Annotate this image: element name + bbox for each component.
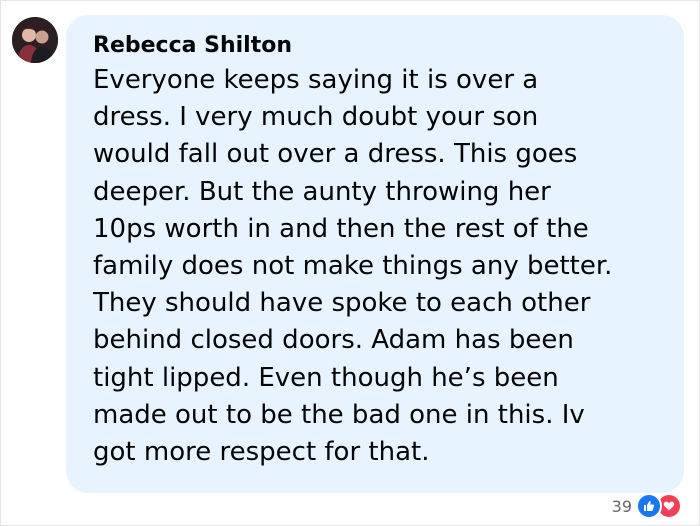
comment-text: Everyone keeps saying it is over a dress… [93,65,613,468]
like-icon [636,493,662,519]
reaction-summary[interactable]: 39 [611,493,682,519]
avatar[interactable] [12,17,58,63]
avatar-photo [12,17,58,63]
comment-bubble: Rebecca Shilton Everyone keeps saying it… [66,15,684,493]
comment-author[interactable]: Rebecca Shilton [93,33,292,58]
reaction-count: 39 [611,496,632,516]
